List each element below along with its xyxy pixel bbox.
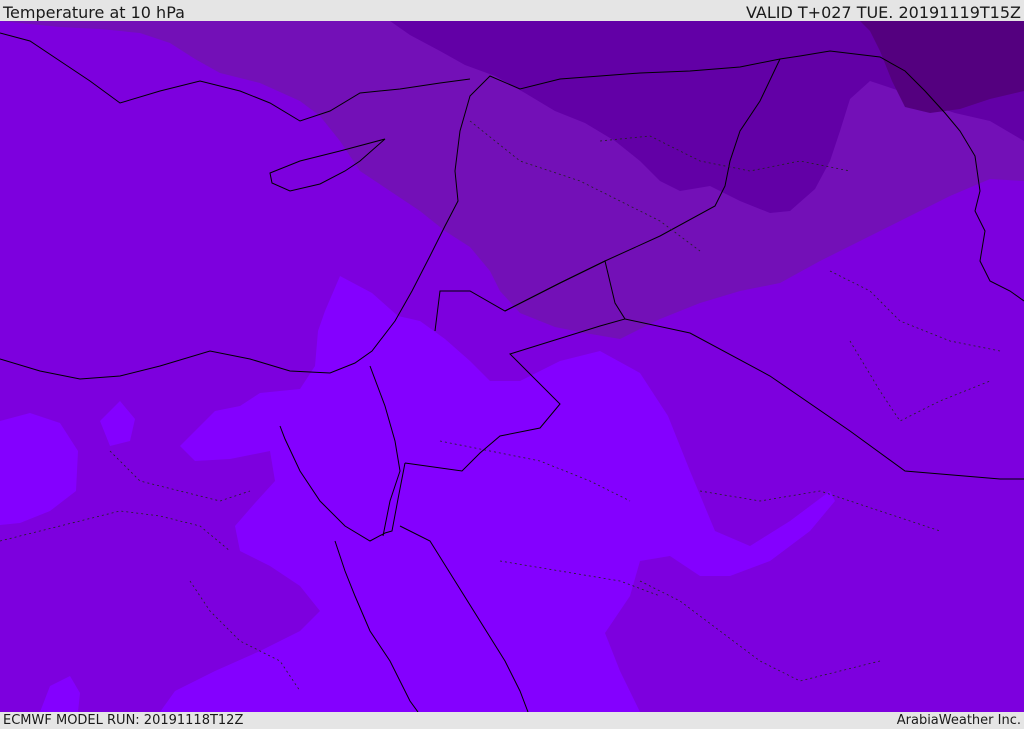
map-title: Temperature at 10 hPa bbox=[3, 3, 185, 22]
footer-bar: ECMWF MODEL RUN: 20191118T12Z ArabiaWeat… bbox=[0, 712, 1024, 729]
valid-time: VALID T+027 TUE. 20191119T15Z bbox=[745, 3, 1021, 22]
credit-label: ArabiaWeather Inc. bbox=[896, 713, 1021, 728]
weather-map[interactable] bbox=[0, 21, 1024, 712]
header-bar: Temperature at 10 hPa VALID T+027 TUE. 2… bbox=[0, 0, 1024, 22]
model-run: ECMWF MODEL RUN: 20191118T12Z bbox=[3, 713, 244, 728]
temperature-field bbox=[0, 21, 1024, 712]
